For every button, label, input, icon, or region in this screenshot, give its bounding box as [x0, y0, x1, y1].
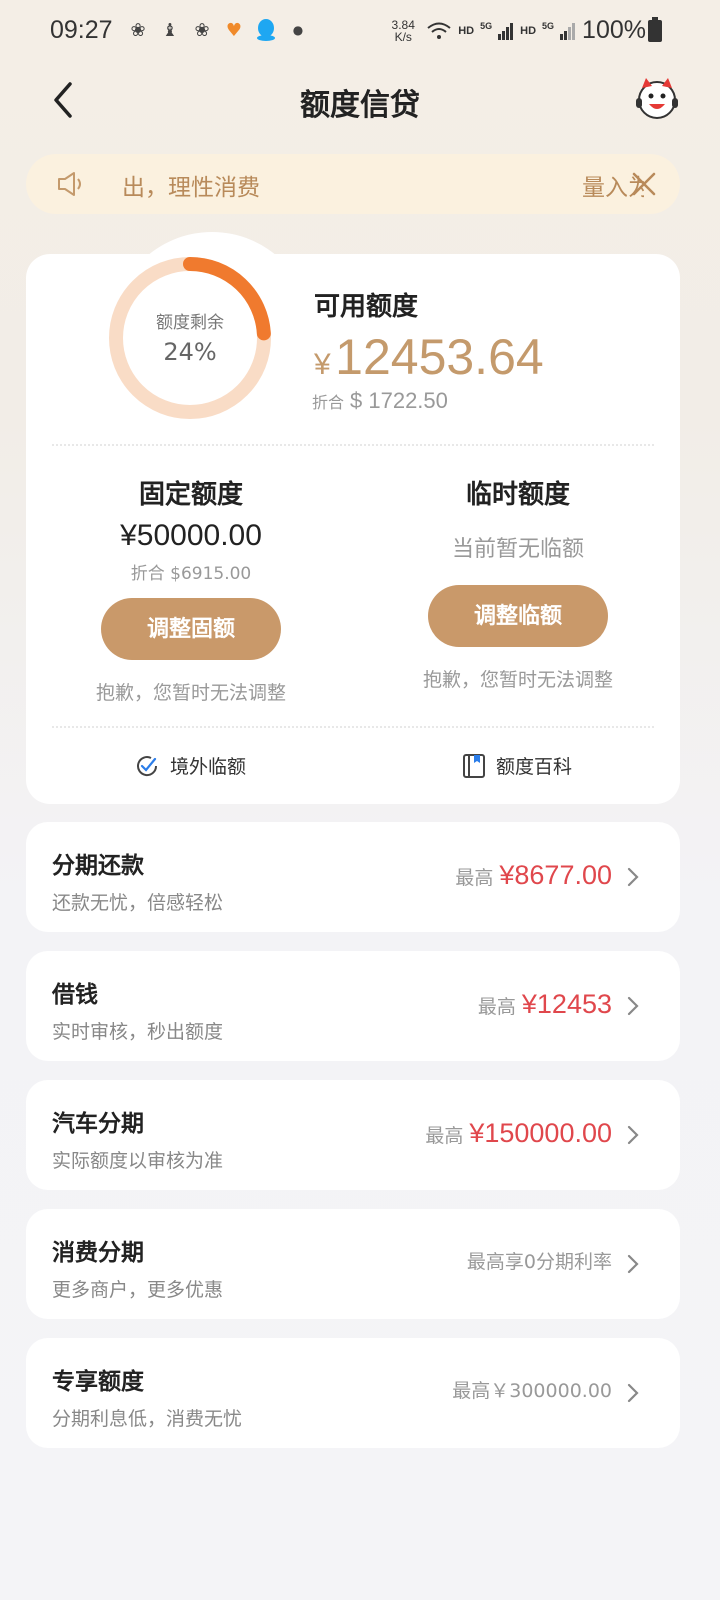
fixed-quota-fx: 折合 $6915.00 [130, 564, 252, 584]
overseas-temp-link[interactable]: 境外临额 [134, 752, 246, 779]
credit-card: 额度剩余 24% 可用额度 ¥ 12453.64 折合 $ 1722.50 固定额… [26, 232, 680, 804]
product-title: 汽车分期 [52, 1111, 144, 1137]
status-right: 3.84 K/s HD 5G HD 5G 100% [386, 16, 646, 45]
remaining-percent: 24% [163, 338, 217, 366]
notice-bar[interactable]: 出，理性消费 量入为 [26, 154, 680, 214]
flower-icon: ❀ [130, 19, 146, 41]
dot-icon: ● [292, 23, 304, 37]
net-speed-unit: K/s [394, 29, 412, 44]
flower-icon: ❀ [194, 19, 210, 41]
book-icon [463, 753, 485, 778]
product-amount-value: ¥12453 [521, 989, 612, 1019]
signal-icon-2 [560, 22, 576, 40]
product-plain-text: 最高享0分期利率 [466, 1251, 612, 1273]
mascot-icon[interactable] [634, 76, 680, 122]
product-prefix: 最高 [425, 1125, 464, 1147]
refresh-check-icon [137, 755, 158, 776]
product-amount: 最高 ¥8677.00 [455, 860, 612, 891]
fx-value: $ 1722.50 [350, 388, 448, 413]
fixed-quota-note: 抱歉，您暂时无法调整 [95, 682, 286, 704]
app-icon: ♝ [161, 19, 179, 41]
product-prefix: 最高 [455, 867, 494, 889]
available-amount: ¥ 12453.64 [314, 328, 544, 386]
page-title: 额度信贷 [300, 88, 420, 123]
signal-icon-1 [498, 22, 514, 40]
close-icon[interactable] [630, 170, 658, 198]
fixed-quota-section: 固定额度 ¥50000.00 折合 $6915.00 调整固额 抱歉，您暂时无法… [41, 474, 341, 705]
status-time: 09:27 [50, 16, 113, 44]
chevron-right-icon [627, 867, 639, 887]
hd-label-2: HD [520, 24, 537, 37]
product-amount: 最高 ¥150000.00 [425, 1118, 612, 1149]
header: 额度信贷 [0, 64, 720, 134]
notice-text: 出，理性消费 [122, 175, 260, 201]
product-row-installment-repay[interactable]: 分期还款 还款无忧，倍感轻松 最高 ¥8677.00 [26, 822, 680, 932]
qq-icon [254, 18, 278, 42]
chevron-right-icon [627, 1254, 639, 1274]
status-bar: 09:27 ❀ ♝ ❀ ♥ ● 3.84 K/s HD 5G HD 5G 100… [0, 0, 720, 64]
product-subtitle: 实时审核，秒出额度 [52, 1021, 224, 1043]
chevron-right-icon [627, 996, 639, 1016]
product-title: 分期还款 [52, 853, 144, 879]
available-label: 可用额度 [314, 292, 419, 322]
product-amount: 最高享0分期利率 [467, 1247, 612, 1274]
hd-label-1: HD [458, 24, 475, 37]
product-row-borrow[interactable]: 借钱 实时审核，秒出额度 最高 ¥12453 [26, 951, 680, 1061]
remaining-ring: 额度剩余 24% [106, 254, 274, 422]
temp-quota-status: 当前暂无临额 [451, 537, 584, 562]
product-amount-value: ¥8677.00 [499, 860, 612, 890]
speaker-icon [58, 172, 81, 196]
product-row-consumer-installment[interactable]: 消费分期 更多商户，更多优惠 最高享0分期利率 [26, 1209, 680, 1319]
net-speed: 3.84 K/s [386, 19, 420, 43]
ring-label: 额度剩余 [156, 313, 224, 333]
divider [52, 726, 654, 728]
battery-icon [648, 17, 662, 42]
temp-quota-title: 临时额度 [465, 480, 570, 510]
5g-label-2: 5G [542, 20, 555, 31]
quota-wiki-label: 额度百科 [496, 756, 573, 778]
product-subtitle: 分期利息低，消费无忧 [52, 1408, 243, 1430]
divider [52, 444, 654, 446]
product-prefix: 最高 [477, 996, 516, 1018]
product-amount: 最高￥300000.00 [452, 1376, 612, 1403]
fixed-quota-title: 固定额度 [138, 480, 243, 510]
fixed-quota-amount: ¥50000.00 [120, 519, 262, 552]
chevron-right-icon [627, 1383, 639, 1403]
adjust-temp-button[interactable]: 调整临额 [428, 585, 608, 647]
product-subtitle: 实际额度以审核为准 [52, 1150, 224, 1172]
product-amount-value: ¥150000.00 [469, 1118, 612, 1148]
fx-label: 折合 [312, 393, 345, 412]
heart-app-icon: ♥ [225, 19, 243, 41]
adjust-fixed-button[interactable]: 调整固额 [101, 598, 281, 660]
product-subtitle: 还款无忧，倍感轻松 [52, 892, 224, 914]
product-title: 消费分期 [52, 1240, 144, 1266]
overseas-temp-label: 境外临额 [170, 756, 247, 778]
product-title: 借钱 [52, 982, 98, 1008]
notification-icons: ❀ ♝ ❀ ♥ ● [126, 18, 310, 42]
available-currency: ¥ [314, 348, 331, 381]
product-title: 专享额度 [52, 1369, 144, 1395]
product-row-exclusive-quota[interactable]: 专享额度 分期利息低，消费无忧 最高￥300000.00 [26, 1338, 680, 1448]
quota-wiki-link[interactable]: 额度百科 [462, 752, 572, 779]
5g-label-1: 5G [480, 20, 493, 31]
product-subtitle: 更多商户，更多优惠 [52, 1279, 224, 1301]
temp-quota-note: 抱歉，您暂时无法调整 [422, 669, 613, 691]
temp-quota-section: 临时额度 当前暂无临额 调整临额 抱歉，您暂时无法调整 [368, 474, 668, 692]
wifi-icon [427, 22, 451, 39]
battery-percent: 100% [582, 16, 646, 44]
product-amount: 最高 ¥12453 [478, 989, 612, 1020]
available-fx: 折合 $ 1722.50 [312, 388, 448, 414]
available-value: 12453.64 [335, 329, 544, 385]
product-plain-text: 最高￥300000.00 [452, 1380, 612, 1402]
product-row-car-installment[interactable]: 汽车分期 实际额度以审核为准 最高 ¥150000.00 [26, 1080, 680, 1190]
net-speed-value: 3.84 [391, 17, 415, 32]
chevron-right-icon [627, 1125, 639, 1145]
